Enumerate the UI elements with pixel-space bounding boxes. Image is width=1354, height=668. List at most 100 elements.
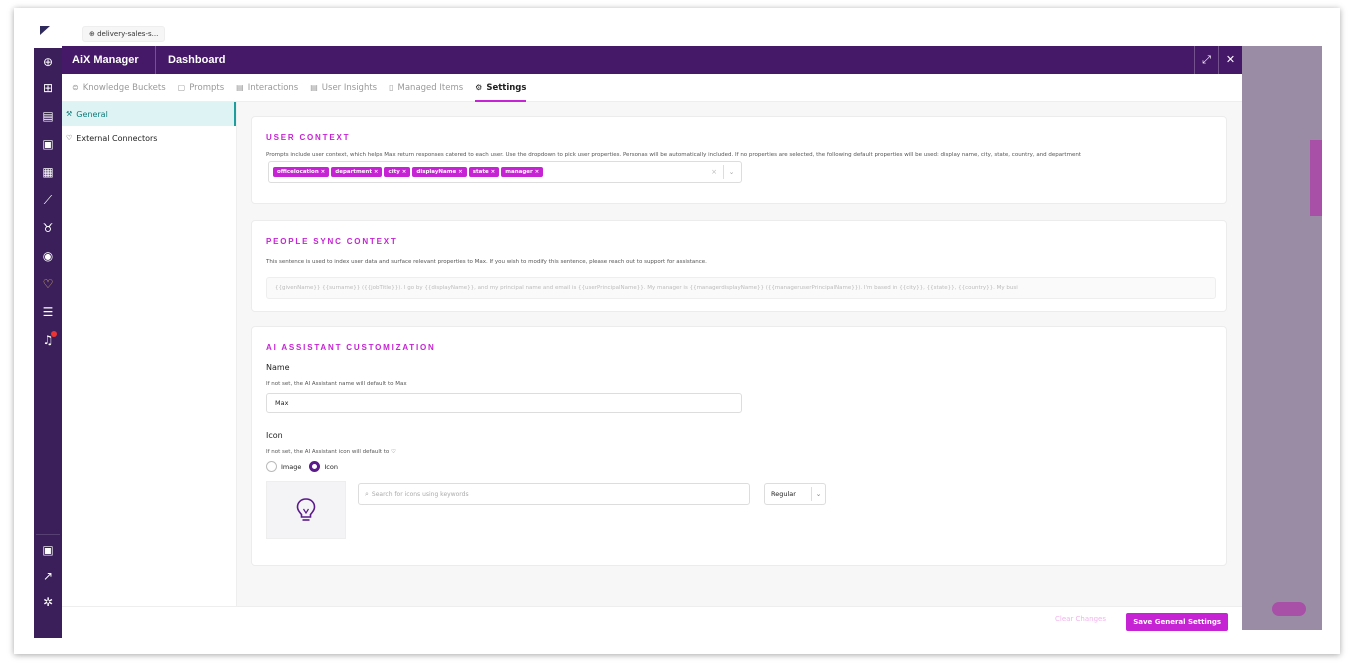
rail-divider	[36, 534, 60, 535]
gear-icon: ⚙	[475, 83, 483, 92]
lightbulb-icon	[296, 498, 316, 521]
medal-icon[interactable]: ♉	[38, 218, 58, 238]
line-chart-icon[interactable]: ⟋	[38, 190, 58, 210]
pill-label: department	[335, 169, 372, 175]
external-link-icon[interactable]: ↗	[38, 566, 58, 586]
checklist-icon[interactable]: ☰	[38, 302, 58, 322]
tab-label: Knowledge Buckets	[82, 82, 166, 93]
name-hint: If not set, the AI Assistant name will d…	[266, 381, 407, 387]
clear-changes-button[interactable]: Clear Changes	[1055, 615, 1106, 623]
property-pill[interactable]: city ×	[384, 167, 411, 177]
icon-label: Icon	[266, 431, 283, 440]
user-context-description: Prompts include user context, which help…	[266, 152, 1081, 158]
settings-content: USER CONTEXT Prompts include user contex…	[237, 102, 1242, 622]
radio-image-label: Image	[281, 462, 302, 471]
notification-badge	[51, 331, 57, 337]
user-properties-multiselect[interactable]: officelocation × department × city × dis…	[268, 161, 742, 183]
settings-sidebar: ⚒ General ♡ External Connectors	[62, 102, 237, 630]
save-general-settings-button[interactable]: Save General Settings	[1126, 613, 1228, 631]
assistant-title: AI ASSISTANT CUSTOMIZATION	[266, 343, 436, 352]
app-logo[interactable]	[40, 26, 58, 42]
property-pill[interactable]: state ×	[468, 167, 500, 177]
tab-label: Managed Items	[397, 82, 464, 93]
browser-tab[interactable]: ⊕ delivery-sales-s...	[82, 26, 166, 42]
pill-label: manager	[505, 169, 533, 175]
pill-label: state	[472, 169, 489, 175]
tab-user-insights[interactable]: ▤ User Insights	[310, 74, 377, 102]
tab-prompts[interactable]: ▢ Prompts	[178, 74, 224, 102]
chevron-down-icon: ⌄	[811, 487, 825, 501]
property-pill[interactable]: department ×	[331, 167, 383, 177]
icon-hint-text: If not set, the AI Assistant icon will d…	[266, 449, 390, 455]
table-icon[interactable]: ▦	[38, 162, 58, 182]
side-edge-tab[interactable]	[1310, 140, 1322, 216]
bug-icon[interactable]: ✲	[38, 592, 58, 612]
tab-interactions[interactable]: ▤ Interactions	[236, 74, 298, 102]
user-insights-icon: ▤	[310, 83, 318, 92]
icon-source-radio-group: Image Icon	[266, 461, 346, 472]
radio-icon-label: Icon	[324, 462, 338, 471]
assistant-customization-card: AI ASSISTANT CUSTOMIZATION Name If not s…	[251, 326, 1227, 566]
add-icon[interactable]: ⊕	[38, 52, 58, 72]
pill-label: officelocation	[277, 169, 319, 175]
close-button[interactable]: ✕	[1218, 46, 1242, 74]
style-select-value: Regular	[771, 490, 796, 498]
app-window: ⊕ delivery-sales-s... ⊕ ⊞ ▤ ▣ ▦ ⟋ ♉ ◉ ♡ …	[14, 8, 1340, 654]
people-sync-card: PEOPLE SYNC CONTEXT This sentence is use…	[251, 220, 1227, 312]
gallery-icon[interactable]: ▣	[38, 134, 58, 154]
clipboard-icon[interactable]: ▤	[38, 106, 58, 126]
background-overlay	[1242, 46, 1322, 630]
hierarchy-icon[interactable]: ⊞	[38, 78, 58, 98]
browser-topbar: ⊕ delivery-sales-s...	[34, 8, 1334, 48]
icon-search-input[interactable]: ⌕ Search for icons using keywords	[358, 483, 750, 505]
icon-style-select[interactable]: Regular ⌄	[764, 483, 826, 505]
logo-triangle-icon	[40, 26, 50, 35]
bucket-icon: ⊜	[72, 83, 79, 92]
tab-knowledge-buckets[interactable]: ⊜ Knowledge Buckets	[72, 74, 166, 102]
chevron-down-icon[interactable]: ⌄	[723, 165, 739, 179]
icon-hint: If not set, the AI Assistant icon will d…	[266, 449, 396, 455]
property-pill[interactable]: displayName ×	[412, 167, 467, 177]
left-icon-rail: ⊕ ⊞ ▤ ▣ ▦ ⟋ ♉ ◉ ♡ ☰ ♫ ▣ ↗ ✲	[34, 48, 62, 638]
broadcast-icon[interactable]: ◉	[38, 246, 58, 266]
pill-label: displayName	[416, 169, 457, 175]
tab-label: User Insights	[321, 82, 378, 93]
assistant-name-input[interactable]: Max	[266, 393, 742, 413]
clear-all-icon[interactable]: ×	[711, 168, 717, 176]
manager-panel: AiX Manager Dashboard ⤢ ✕ ⊜ Knowledge Bu…	[62, 46, 1242, 631]
sidebar-item-label: General	[76, 109, 108, 119]
property-pill[interactable]: officelocation ×	[273, 167, 330, 177]
people-sync-description: This sentence is used to index user data…	[266, 259, 707, 265]
bell-icon[interactable]: ♫	[38, 330, 58, 350]
tab-label: Settings	[486, 82, 527, 93]
shield-icon: ♡	[66, 134, 73, 142]
brand-title: AiX Manager	[62, 46, 156, 74]
prompt-icon: ▢	[177, 83, 186, 92]
wrench-icon: ⚒	[66, 110, 73, 118]
tab-label: Interactions	[247, 82, 299, 93]
managed-items-icon: ▯	[389, 83, 394, 92]
shield-icon: ♡	[391, 449, 396, 455]
icon-preview	[266, 481, 346, 539]
sidebar-item-general[interactable]: ⚒ General	[62, 102, 236, 126]
tab-settings[interactable]: ⚙ Settings	[475, 74, 527, 102]
floating-pill-button[interactable]	[1272, 602, 1306, 616]
search-icon: ⌕	[365, 489, 369, 498]
pill-label: city	[388, 169, 400, 175]
property-pill[interactable]: manager ×	[501, 167, 544, 177]
window-icon[interactable]: ▣	[38, 540, 58, 560]
search-placeholder: Search for icons using keywords	[371, 490, 469, 498]
expand-button[interactable]: ⤢	[1194, 46, 1218, 74]
sidebar-item-label: External Connectors	[76, 133, 158, 143]
sidebar-item-external-connectors[interactable]: ♡ External Connectors	[62, 126, 236, 150]
people-sync-sentence: {{givenName}} {{surname}} ({{jobTitle}})…	[266, 277, 1216, 299]
radio-image[interactable]	[266, 461, 277, 472]
user-context-card: USER CONTEXT Prompts include user contex…	[251, 116, 1227, 204]
name-label: Name	[266, 363, 290, 372]
tab-label: Prompts	[189, 82, 225, 93]
lightbulb-icon[interactable]: ♡	[38, 274, 58, 294]
radio-icon[interactable]	[309, 461, 321, 472]
people-sync-title: PEOPLE SYNC CONTEXT	[266, 237, 398, 246]
page-title: Dashboard	[168, 54, 226, 66]
tab-managed-items[interactable]: ▯ Managed Items	[389, 74, 463, 102]
